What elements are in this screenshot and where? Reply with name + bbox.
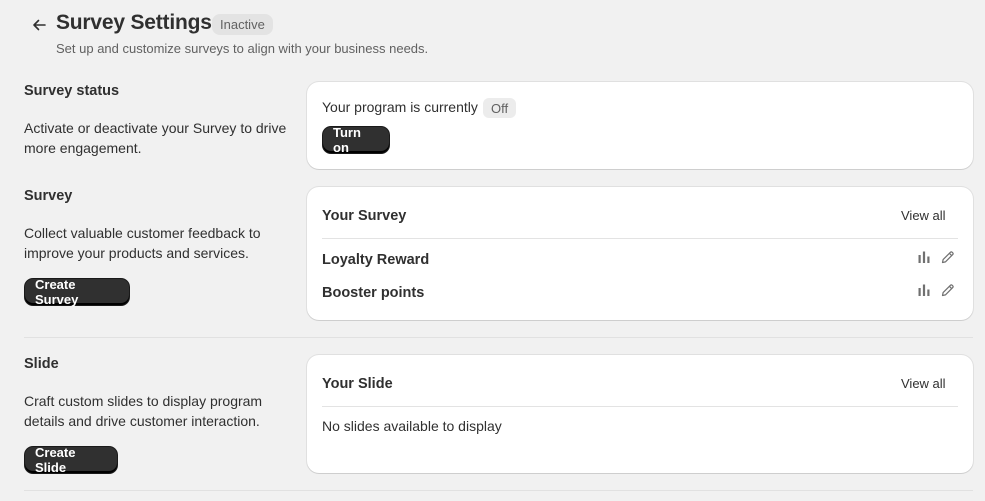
survey-status-description: Activate or deactivate your Survey to dr… <box>24 120 287 156</box>
pencil-icon <box>941 283 954 296</box>
slide-section-description: Craft custom slides to display program d… <box>24 393 263 429</box>
empty-slides-message: No slides available to display <box>322 418 502 434</box>
your-slide-heading: Your Slide <box>322 376 393 392</box>
turn-on-button[interactable]: Turn on <box>323 125 389 155</box>
survey-item-label[interactable]: Booster points <box>322 285 424 301</box>
edit-button[interactable] <box>938 248 956 266</box>
bar-chart-icon <box>918 251 930 263</box>
program-status-text: Your program is currently <box>322 99 478 115</box>
survey-status-card: Your program is currently Off Turn on <box>307 82 973 169</box>
your-survey-card: Your Survey View all Loyalty Reward Boos… <box>307 187 973 320</box>
page-title: Survey Settings <box>56 11 212 34</box>
section-divider <box>24 337 973 338</box>
analytics-button[interactable] <box>915 281 933 299</box>
your-survey-heading: Your Survey <box>322 208 407 224</box>
survey-status-title: Survey status <box>24 83 120 99</box>
slide-view-all-link[interactable]: View all <box>901 376 946 391</box>
survey-section-title: Survey <box>24 188 73 204</box>
survey-view-all-link[interactable]: View all <box>901 208 946 223</box>
create-slide-button[interactable]: Create Slide <box>25 445 117 475</box>
section-divider <box>24 490 973 491</box>
back-button[interactable] <box>28 14 50 36</box>
card-divider <box>322 406 958 407</box>
arrow-left-icon <box>33 19 46 31</box>
pencil-icon <box>941 250 954 263</box>
status-badge: Inactive <box>212 14 273 35</box>
survey-section-description: Collect valuable customer feedback to im… <box>24 225 261 261</box>
card-divider <box>322 238 958 239</box>
your-slide-card: Your Slide View all No slides available … <box>307 355 973 473</box>
page-subtitle: Set up and customize surveys to align wi… <box>56 41 429 56</box>
analytics-button[interactable] <box>915 248 933 266</box>
slide-section-title: Slide <box>24 356 59 372</box>
create-survey-button[interactable]: Create Survey <box>25 277 129 307</box>
survey-item-label[interactable]: Loyalty Reward <box>322 252 429 268</box>
program-state-badge: Off <box>483 98 517 118</box>
edit-button[interactable] <box>938 281 956 299</box>
bar-chart-icon <box>918 284 930 296</box>
